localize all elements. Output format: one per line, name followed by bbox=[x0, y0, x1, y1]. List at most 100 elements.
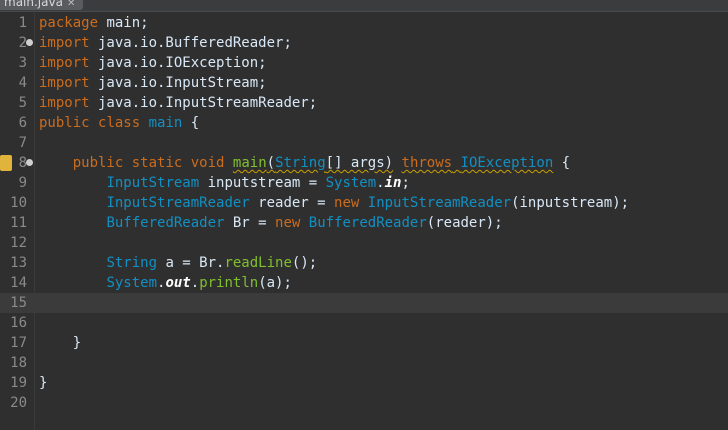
line-gutter: 16 bbox=[0, 313, 33, 333]
code-line[interactable]: 13 String a = Br.readLine(); bbox=[0, 253, 728, 273]
line-number: 7 bbox=[18, 135, 27, 151]
code-token: import bbox=[39, 35, 90, 51]
code-token: a = Br. bbox=[157, 255, 225, 271]
code-line[interactable]: 3 import java.io.IOException; bbox=[0, 53, 728, 73]
line-gutter: 11 bbox=[0, 213, 33, 233]
warning-marker-icon[interactable] bbox=[0, 155, 12, 171]
code-token: (reader); bbox=[426, 215, 503, 231]
line-gutter: 15 bbox=[0, 293, 33, 313]
code-token: main bbox=[148, 115, 183, 131]
code-token: } bbox=[39, 375, 48, 391]
code-token: void bbox=[190, 155, 225, 171]
code-line[interactable]: 7 bbox=[0, 133, 728, 153]
code-text[interactable]: InputStreamReader reader = new InputStre… bbox=[39, 193, 629, 213]
code-line[interactable]: 4 import java.io.InputStream; bbox=[0, 73, 728, 93]
code-line[interactable]: 1 package main; bbox=[0, 13, 728, 33]
code-line[interactable]: 19} bbox=[0, 373, 728, 393]
code-token: new bbox=[334, 195, 360, 211]
code-token: System bbox=[325, 175, 377, 191]
code-token: (inputstream); bbox=[511, 195, 630, 211]
line-gutter: 13 bbox=[0, 253, 33, 273]
code-line[interactable]: 11 BufferedReader Br = new BufferedReade… bbox=[0, 213, 728, 233]
code-token: in bbox=[384, 175, 402, 191]
code-token: ( bbox=[266, 155, 276, 171]
code-text[interactable]: import java.io.BufferedReader; bbox=[39, 33, 292, 53]
line-gutter: 20 bbox=[0, 393, 33, 413]
code-text[interactable]: import java.io.InputStream; bbox=[39, 73, 267, 93]
code-line[interactable]: 12 bbox=[0, 233, 728, 253]
code-text[interactable]: InputStream inputstream = System.in; bbox=[39, 173, 409, 193]
code-line[interactable]: 5 import java.io.InputStreamReader; bbox=[0, 93, 728, 113]
gutter-separator bbox=[34, 13, 35, 430]
code-token: out bbox=[165, 275, 191, 291]
code-line[interactable]: 14 System.out.println(a); bbox=[0, 273, 728, 293]
code-line-current[interactable]: 15 bbox=[0, 293, 728, 313]
line-gutter: 17 bbox=[0, 333, 33, 353]
code-line[interactable]: 17 } bbox=[0, 333, 728, 353]
code-text[interactable]: import java.io.InputStreamReader; bbox=[39, 93, 317, 113]
editor-tab-main-java[interactable]: main.java ✕ bbox=[0, 0, 84, 10]
code-token: readLine bbox=[224, 255, 292, 271]
code-token: . bbox=[376, 175, 385, 191]
fold-toggle-icon[interactable] bbox=[26, 159, 33, 166]
code-text[interactable]: } bbox=[39, 333, 81, 353]
line-gutter: 1 bbox=[0, 13, 33, 33]
code-line[interactable]: 20 bbox=[0, 393, 728, 413]
code-line[interactable]: 2 import java.io.BufferedReader; bbox=[0, 33, 728, 53]
code-text[interactable]: BufferedReader Br = new BufferedReader(r… bbox=[39, 213, 503, 233]
code-editor[interactable]: 1 package main; 2 import java.io.BufferedRe… bbox=[0, 13, 728, 430]
code-token: } bbox=[39, 335, 82, 351]
code-line[interactable]: 16 bbox=[0, 313, 728, 333]
code-token: String bbox=[275, 155, 326, 171]
code-token: new bbox=[275, 215, 301, 231]
line-gutter: 3 bbox=[0, 53, 33, 73]
line-gutter: 7 bbox=[0, 133, 33, 153]
code-token: import bbox=[39, 75, 90, 91]
code-text[interactable]: import java.io.IOException; bbox=[39, 53, 267, 73]
fold-toggle-icon[interactable] bbox=[26, 39, 33, 46]
line-number: 3 bbox=[18, 55, 27, 71]
code-line[interactable]: 18 bbox=[0, 353, 728, 373]
line-gutter: 14 bbox=[0, 273, 33, 293]
line-number: 19 bbox=[10, 375, 27, 391]
code-line[interactable]: 9 InputStream inputstream = System.in; bbox=[0, 173, 728, 193]
code-text[interactable]: public static void main(String[] args) t… bbox=[39, 153, 570, 173]
code-token: public bbox=[39, 115, 90, 131]
code-token: { bbox=[182, 115, 200, 131]
code-text[interactable]: System.out.println(a); bbox=[39, 273, 291, 293]
close-icon[interactable]: ✕ bbox=[67, 0, 75, 9]
code-token: main; bbox=[98, 15, 149, 31]
code-text[interactable]: String a = Br.readLine(); bbox=[39, 253, 317, 273]
line-number: 16 bbox=[10, 315, 27, 331]
code-token: inputstream = bbox=[199, 175, 326, 191]
code-token: java.io.InputStream; bbox=[89, 75, 267, 91]
code-text[interactable]: } bbox=[39, 373, 47, 393]
code-line[interactable]: 8 public static void main(String[] args)… bbox=[0, 153, 728, 173]
code-line[interactable]: 10 InputStreamReader reader = new InputS… bbox=[0, 193, 728, 213]
code-token: InputStream bbox=[106, 175, 200, 191]
line-gutter: 12 bbox=[0, 233, 33, 253]
code-token: InputStreamReader bbox=[106, 195, 250, 211]
code-token: BufferedReader bbox=[308, 215, 427, 231]
line-gutter: 19 bbox=[0, 373, 33, 393]
code-token: import bbox=[39, 95, 90, 111]
line-number: 10 bbox=[10, 195, 27, 211]
code-line[interactable]: 6 public class main { bbox=[0, 113, 728, 133]
code-token: package bbox=[39, 15, 99, 31]
line-gutter: 8 bbox=[0, 153, 33, 173]
code-token: java.io.BufferedReader; bbox=[89, 35, 292, 51]
code-text[interactable]: public class main { bbox=[39, 113, 199, 133]
code-token: println bbox=[199, 275, 259, 291]
code-text[interactable]: package main; bbox=[39, 13, 149, 33]
code-token: { bbox=[553, 155, 571, 171]
